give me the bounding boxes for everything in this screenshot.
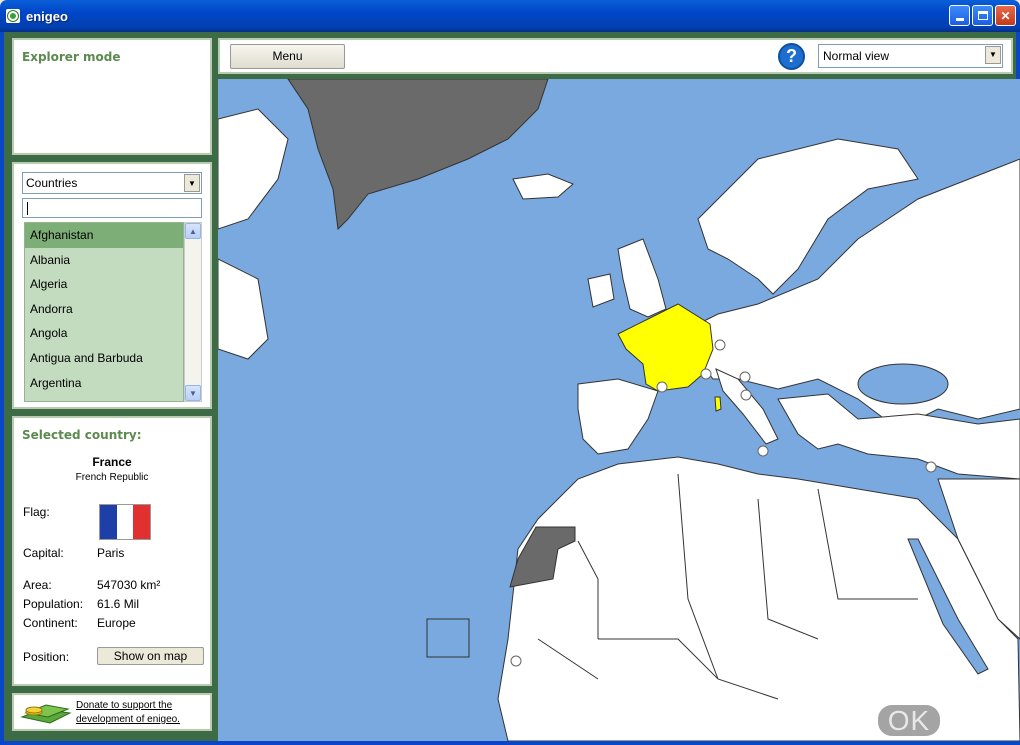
donate-link-line2: development of enigeo. [76, 714, 180, 725]
marker-vatican[interactable] [740, 389, 752, 401]
window-title: enigeo [26, 8, 68, 24]
country-flag [99, 504, 151, 540]
view-mode-value: Normal view [823, 49, 890, 63]
flag-label: Flag: [23, 505, 50, 519]
list-item[interactable]: Angola [25, 321, 183, 346]
list-item[interactable]: Argentina [25, 371, 183, 396]
selected-country-panel: Selected country: France French Republic… [12, 416, 212, 686]
capital-label: Capital: [23, 546, 64, 560]
app-icon [6, 9, 20, 23]
map-canvas[interactable] [218, 79, 1020, 741]
marker-monaco[interactable] [700, 368, 712, 380]
continent-value: Europe [97, 616, 136, 630]
minimize-button[interactable] [949, 5, 970, 26]
list-item[interactable]: Afghanistan [25, 223, 183, 248]
watermark: SOFT- OK .NET [790, 705, 1008, 737]
category-select[interactable]: Countries ▼ [22, 172, 202, 194]
maximize-button[interactable] [972, 5, 993, 26]
flag-stripe [133, 505, 151, 539]
france-region[interactable] [617, 303, 714, 392]
area-label: Area: [23, 578, 52, 592]
marker-luxembourg[interactable] [714, 339, 726, 351]
marker-san-marino[interactable] [739, 371, 751, 383]
text-caret [27, 202, 28, 215]
country-search-input[interactable] [22, 198, 202, 218]
list-item[interactable]: Antigua and Barbuda [25, 346, 183, 371]
ireland-region[interactable] [587, 273, 615, 308]
menu-button[interactable]: Menu [230, 44, 345, 69]
scroll-down-icon[interactable]: ▼ [185, 385, 201, 401]
capital-value: Paris [97, 546, 125, 560]
country-official-name: French Republic [75, 472, 149, 483]
flag-stripe [100, 505, 117, 539]
iberia-region[interactable] [577, 378, 659, 455]
canada-east-region[interactable] [218, 258, 269, 360]
watermark-right: .NET [940, 705, 1008, 736]
help-icon[interactable]: ? [778, 43, 805, 70]
position-label: Position: [23, 650, 70, 664]
area-value: 547030 km² [97, 578, 161, 592]
iceland-region[interactable] [512, 173, 574, 200]
list-scrollbar[interactable]: ▲ ▼ [184, 222, 202, 402]
black-sea [857, 363, 949, 405]
toolbar: Menu ? Normal view ▼ [218, 38, 1013, 74]
population-label: Population: [23, 597, 84, 611]
scroll-up-icon[interactable]: ▲ [185, 223, 201, 239]
category-select-value: Countries [26, 176, 78, 190]
country-list-panel: Countries ▼ Afghanistan Albania Algeria … [12, 162, 212, 409]
country-list[interactable]: Afghanistan Albania Algeria Andorra Ango… [24, 222, 184, 402]
show-on-map-button[interactable]: Show on map [97, 647, 204, 665]
view-mode-select[interactable]: Normal view ▼ [818, 44, 1003, 68]
close-icon: ✕ [1000, 8, 1011, 23]
canada-region[interactable] [218, 108, 289, 230]
donate-link-line1: Donate to support the [76, 700, 173, 711]
country-name: France [92, 455, 132, 469]
uk-region[interactable] [617, 238, 667, 318]
corsica-region[interactable] [714, 396, 722, 412]
list-item[interactable]: Algeria [25, 272, 183, 297]
cape-verde-inset[interactable] [426, 618, 470, 658]
chevron-down-icon[interactable]: ▼ [184, 174, 200, 192]
marker-cyprus[interactable] [925, 461, 937, 473]
flag-stripe [116, 505, 134, 539]
list-item[interactable]: Albania [25, 248, 183, 273]
minimize-icon [955, 17, 964, 21]
population-value: 61.6 Mil [97, 597, 140, 611]
world-map[interactable]: SOFT- OK .NET [218, 79, 1020, 741]
donate-panel: Donate to support the development of eni… [12, 693, 212, 731]
marker-gambia[interactable] [510, 655, 522, 667]
close-button[interactable]: ✕ [995, 5, 1016, 26]
explorer-panel: Explorer mode [12, 38, 212, 155]
explorer-mode-title: Explorer mode [22, 50, 121, 64]
marker-andorra[interactable] [656, 381, 668, 393]
window-body: Explorer mode Countries ▼ Afghanistan Al… [0, 32, 1020, 745]
selected-country-title: Selected country: [22, 428, 142, 442]
greenland-region[interactable] [287, 79, 549, 231]
title-bar[interactable]: enigeo ✕ [0, 0, 1020, 32]
list-item[interactable]: Andorra [25, 297, 183, 322]
money-icon [20, 704, 72, 724]
marker-malta[interactable] [757, 445, 769, 457]
chevron-down-icon[interactable]: ▼ [985, 46, 1001, 64]
continent-label: Continent: [23, 616, 78, 630]
watermark-left: SOFT- [790, 705, 878, 736]
donate-link[interactable]: Donate to support the development of eni… [76, 699, 180, 727]
watermark-ok: OK [877, 705, 941, 736]
maximize-icon [977, 11, 988, 20]
